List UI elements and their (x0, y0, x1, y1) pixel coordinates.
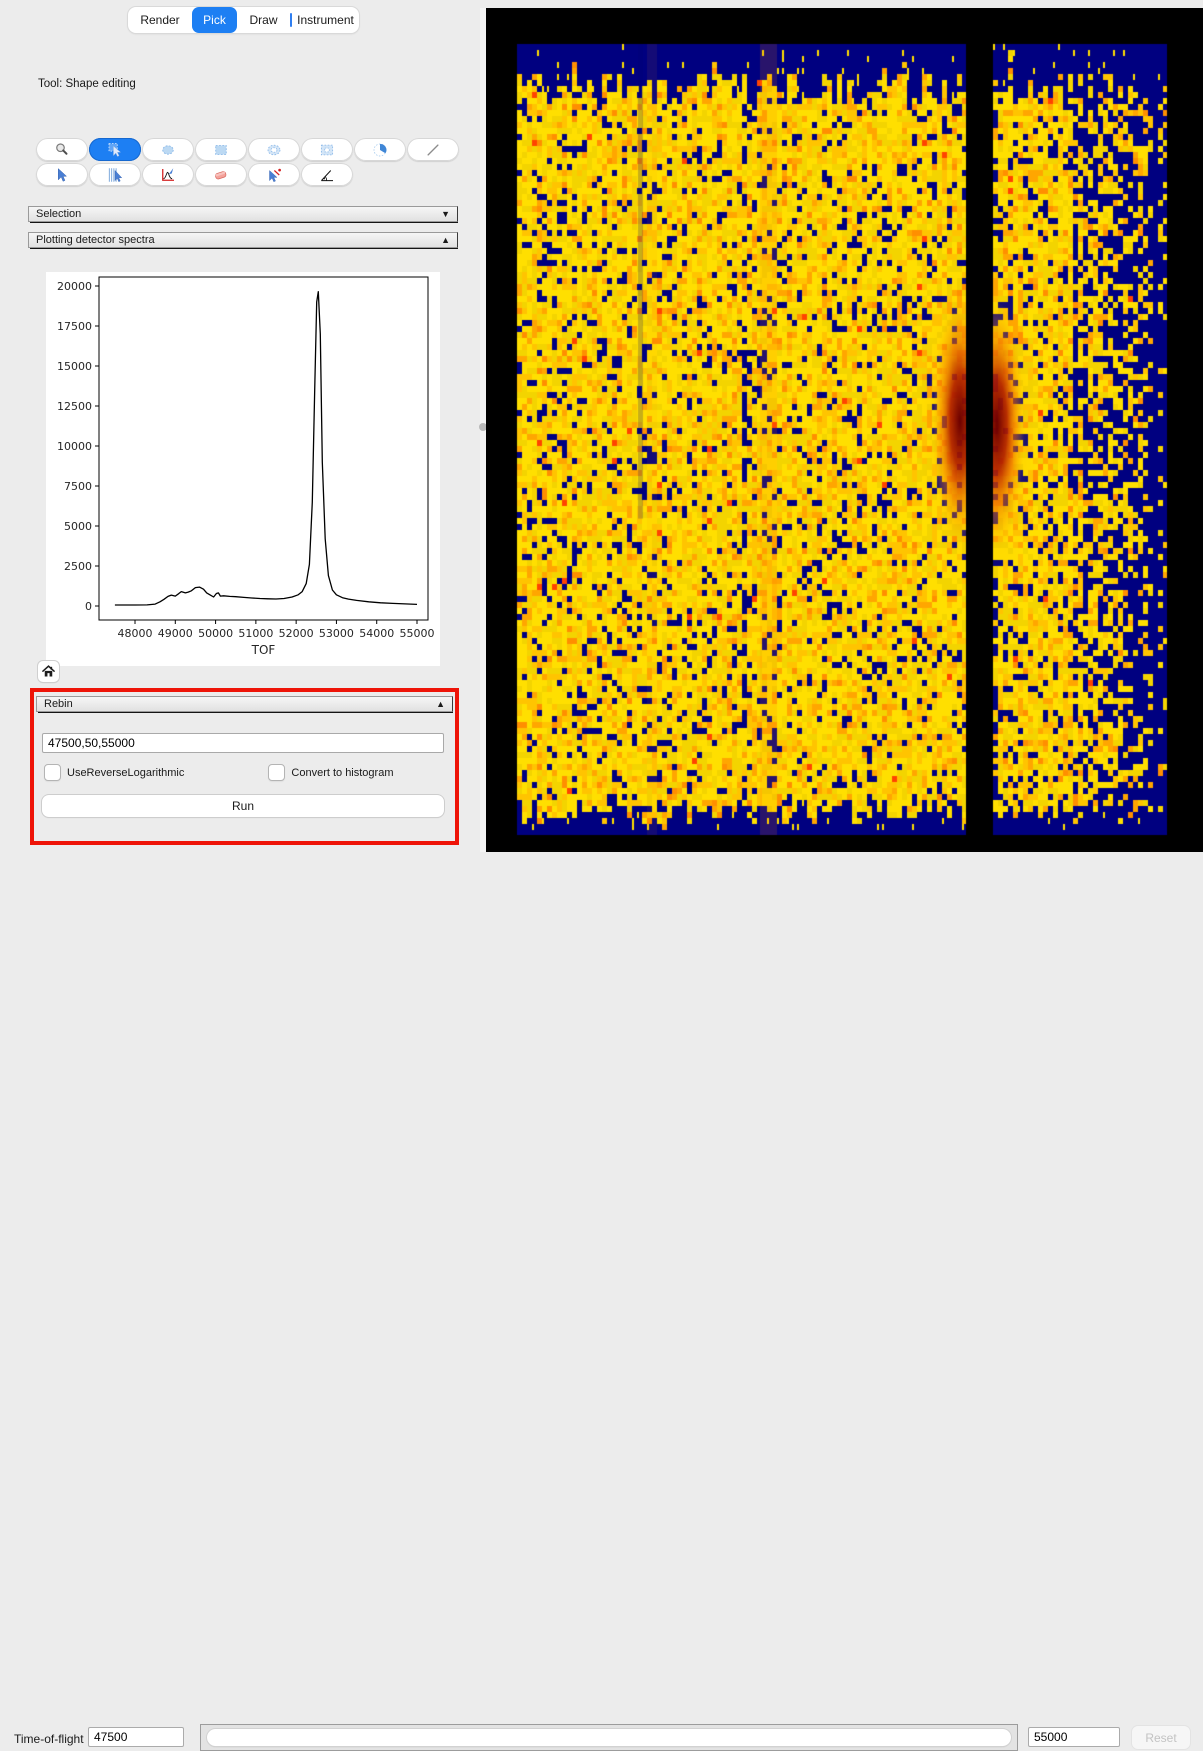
instrument-viewport (486, 8, 1203, 852)
selection-section-label: Selection (36, 208, 81, 220)
tool-status-text: Tool: Shape editing (38, 78, 136, 90)
rectangular-ring-icon (318, 141, 336, 159)
add-peak-icon (159, 166, 177, 184)
reverse-logarithmic-label: UseReverseLogarithmic (67, 767, 184, 779)
draw-free-line-tool-button[interactable] (407, 138, 459, 161)
selection-section-header[interactable]: Selection ▼ (28, 206, 458, 222)
svg-text:49000: 49000 (158, 627, 193, 640)
rebin-checkbox-row: UseReverseLogarithmic Convert to histogr… (44, 764, 444, 781)
plot-home-button[interactable] (38, 661, 59, 682)
tof-min-input[interactable] (88, 1727, 184, 1747)
convert-histogram-label: Convert to histogram (291, 767, 393, 779)
tof-slider-handle[interactable] (207, 1729, 1011, 1746)
pick-tube-icon (106, 166, 124, 184)
svg-text:52000: 52000 (279, 627, 314, 640)
rectangle-icon (212, 141, 230, 159)
reset-button[interactable]: Reset (1132, 1726, 1190, 1749)
sector-icon (371, 141, 389, 159)
collapse-arrow-icon: ▲ (441, 236, 450, 245)
edit-shape-tool-button[interactable] (89, 138, 141, 161)
svg-text:TOF: TOF (251, 643, 276, 657)
tool-row-1 (36, 138, 459, 161)
erase-peak-icon (212, 166, 230, 184)
collapse-arrow-icon: ▼ (441, 210, 450, 219)
plotting-section-header[interactable]: Plotting detector spectra ▲ (28, 232, 458, 248)
tof-range-slider[interactable] (200, 1724, 1018, 1751)
svg-text:20000: 20000 (57, 280, 92, 293)
convert-histogram-checkbox[interactable] (268, 764, 285, 781)
ellipse-icon (159, 141, 177, 159)
erase-peak-tool-button[interactable] (195, 163, 247, 186)
svg-text:0: 0 (85, 600, 92, 613)
tab-draw[interactable]: Draw (237, 7, 290, 33)
draw-sector-tool-button[interactable] (354, 138, 406, 161)
svg-text:15000: 15000 (57, 360, 92, 373)
pick-tube-tool-button[interactable] (89, 163, 141, 186)
compare-peak-icon (265, 166, 283, 184)
svg-text:17500: 17500 (57, 320, 92, 333)
spectrum-plot-svg: 0 2500 5000 7500 10000 12500 15000 17500 20000 48… (46, 272, 440, 666)
convert-histogram-option: Convert to histogram (268, 764, 393, 781)
reverse-logarithmic-checkbox[interactable] (44, 764, 61, 781)
tof-footer: Time-of-flight Reset (0, 855, 1203, 901)
view-tabbar: Render Pick Draw Instrument (128, 7, 359, 33)
elliptical-ring-icon (265, 141, 283, 159)
svg-text:54000: 54000 (359, 627, 394, 640)
pick-pixel-icon (53, 166, 71, 184)
svg-text:53000: 53000 (319, 627, 354, 640)
reverse-logarithmic-option: UseReverseLogarithmic (44, 764, 184, 781)
svg-text:50000: 50000 (198, 627, 233, 640)
svg-text:55000: 55000 (400, 627, 435, 640)
svg-text:12500: 12500 (57, 400, 92, 413)
free-line-icon (424, 141, 442, 159)
align-peak-tool-button[interactable] (301, 163, 353, 186)
tab-render[interactable]: Render (128, 7, 192, 33)
draw-rectangle-tool-button[interactable] (195, 138, 247, 161)
svg-text:48000: 48000 (118, 627, 153, 640)
rebin-section-label: Rebin (44, 698, 73, 710)
svg-text:51000: 51000 (238, 627, 273, 640)
draw-rectangular-ring-tool-button[interactable] (301, 138, 353, 161)
tab-instrument[interactable]: Instrument (292, 7, 359, 33)
add-peak-tool-button[interactable] (142, 163, 194, 186)
home-icon (41, 664, 56, 679)
compare-peak-tool-button[interactable] (248, 163, 300, 186)
draw-elliptical-ring-tool-button[interactable] (248, 138, 300, 161)
pick-pixel-tool-button[interactable] (36, 163, 88, 186)
zoom-tool-button[interactable] (36, 138, 88, 161)
tof-max-input[interactable] (1028, 1727, 1120, 1747)
tab-pick[interactable]: Pick (192, 7, 237, 33)
svg-text:5000: 5000 (64, 520, 92, 533)
svg-text:10000: 10000 (57, 440, 92, 453)
zoom-icon (53, 141, 71, 159)
svg-text:7500: 7500 (64, 480, 92, 493)
tof-label: Time-of-flight (14, 1732, 84, 1746)
run-button[interactable]: Run (42, 795, 444, 817)
tool-row-2 (36, 163, 353, 186)
rebin-params-input[interactable] (42, 733, 444, 753)
rebin-highlight-box: Rebin ▲ UseReverseLogarithmic Convert to… (30, 688, 459, 845)
svg-text:2500: 2500 (64, 560, 92, 573)
spectrum-plot: 0 2500 5000 7500 10000 12500 15000 17500 20000 48… (46, 272, 440, 666)
detector-canvas[interactable] (486, 8, 1203, 852)
plotting-section-label: Plotting detector spectra (36, 234, 155, 246)
collapse-arrow-icon: ▲ (436, 700, 445, 709)
align-peak-icon (318, 166, 336, 184)
rebin-section-header[interactable]: Rebin ▲ (36, 696, 453, 712)
edit-shape-icon (106, 141, 124, 159)
draw-ellipse-tool-button[interactable] (142, 138, 194, 161)
